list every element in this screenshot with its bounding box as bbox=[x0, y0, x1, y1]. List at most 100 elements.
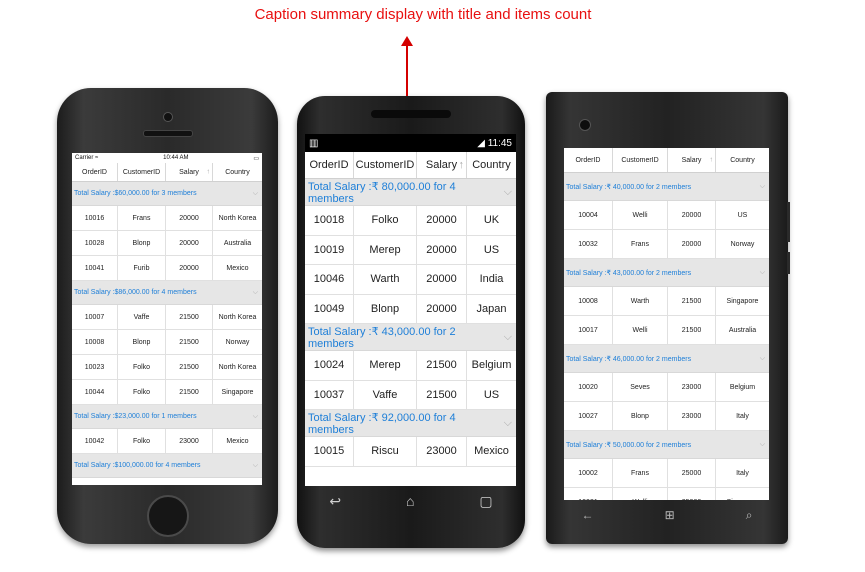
sort-up-arrow-icon[interactable]: ↑ bbox=[710, 157, 714, 164]
chevron-down-icon[interactable]: ⌵ bbox=[760, 269, 765, 277]
search-icon[interactable]: ⌕ bbox=[746, 508, 753, 523]
table-row[interactable]: 10004 Welli 20000 US bbox=[564, 201, 769, 230]
chevron-down-icon[interactable]: ⌵ bbox=[760, 355, 765, 363]
column-header-customerid[interactable]: CustomerID bbox=[613, 148, 668, 172]
chevron-down-icon[interactable]: ⌵ bbox=[253, 289, 258, 297]
column-header-customerid[interactable]: CustomerID bbox=[118, 163, 166, 181]
chevron-down-icon[interactable]: ⌵ bbox=[253, 413, 258, 421]
table-row[interactable]: 10037 Vaffe 21500 US bbox=[305, 380, 516, 410]
group-caption-summary[interactable]: Total Salary :$100,000.00 for 4 members ⌵ bbox=[72, 454, 262, 478]
table-row[interactable]: 10008 Blonp 21500 Norway bbox=[72, 330, 262, 355]
column-header-country[interactable]: Country bbox=[716, 148, 769, 172]
cell-country: Norway bbox=[730, 240, 755, 248]
notification-icon: ▥ bbox=[309, 137, 319, 149]
cell-salary: 23000 bbox=[417, 437, 467, 466]
home-icon[interactable]: ⌂ bbox=[406, 493, 414, 509]
cell-orderid: 10002 bbox=[564, 459, 613, 487]
group-caption-summary[interactable]: Total Salary :$23,000.00 for 1 members ⌵ bbox=[72, 405, 262, 429]
table-row[interactable]: 10019 Merep 20000 US bbox=[305, 235, 516, 265]
cell-salary: 21500 bbox=[668, 287, 716, 315]
sort-up-arrow-icon[interactable]: ↑ bbox=[459, 159, 465, 171]
chevron-down-icon[interactable]: ⌵ bbox=[504, 417, 512, 430]
table-row[interactable]: 10046 Warth 20000 India bbox=[305, 265, 516, 295]
grid-header: OrderID CustomerID Salary ↑ Country bbox=[564, 148, 769, 173]
table-row[interactable]: 10002 Frans 25000 Italy bbox=[564, 459, 769, 488]
table-row[interactable]: 10023 Folko 21500 North Korea bbox=[72, 355, 262, 380]
table-row[interactable]: 10044 Folko 21500 Singapore bbox=[72, 380, 262, 405]
cell-customerid: Blonp bbox=[118, 330, 166, 354]
caption-summary-text: Total Salary :$23,000.00 for 1 members bbox=[74, 413, 197, 420]
cell-orderid: 10042 bbox=[72, 429, 118, 453]
column-header-label: OrderID bbox=[309, 159, 349, 171]
chevron-down-icon[interactable]: ⌵ bbox=[760, 183, 765, 191]
table-row[interactable]: 10016 Frans 20000 North Korea bbox=[72, 206, 262, 231]
column-header-salary[interactable]: Salary ↑ bbox=[668, 148, 716, 172]
cell-country: India bbox=[479, 273, 504, 286]
signal-icon: ◢ bbox=[477, 137, 485, 149]
column-header-customerid[interactable]: CustomerID bbox=[354, 152, 417, 178]
data-grid: OrderID CustomerID Salary ↑ Country Total Sal… bbox=[305, 152, 516, 467]
chevron-down-icon[interactable]: ⌵ bbox=[253, 190, 258, 198]
cell-customerid: Blonp bbox=[354, 294, 417, 323]
column-header-orderid[interactable]: OrderID bbox=[72, 163, 118, 181]
cell-salary: 21500 bbox=[668, 316, 716, 344]
table-row[interactable]: 10015 Riscu 23000 Mexico bbox=[305, 437, 516, 467]
group-caption-summary[interactable]: Total Salary :₹ 40,000.00 for 2 members ⌵ bbox=[564, 173, 769, 201]
iphone-device: Carrier ≈ 10:44 AM ▭ OrderID CustomerID Sa… bbox=[57, 88, 278, 544]
cell-country: Australia bbox=[728, 326, 757, 334]
table-row[interactable]: 10041 Furib 20000 Mexico bbox=[72, 256, 262, 281]
recents-icon[interactable]: ▢ bbox=[479, 493, 492, 510]
group-caption-summary[interactable]: Total Salary :₹ 46,000.00 for 2 members ⌵ bbox=[564, 345, 769, 373]
home-button[interactable] bbox=[147, 495, 189, 537]
table-row[interactable]: 10017 Welli 21500 Australia bbox=[564, 316, 769, 345]
column-header-salary[interactable]: Salary ↑ bbox=[417, 152, 467, 178]
table-row[interactable]: 10008 Warth 21500 Singapore bbox=[564, 287, 769, 316]
table-row[interactable]: 10032 Frans 20000 Norway bbox=[564, 230, 769, 259]
table-row[interactable]: 10007 Vaffe 21500 North Korea bbox=[72, 305, 262, 330]
cell-orderid: 10020 bbox=[564, 373, 613, 401]
battery-icon: ▭ bbox=[253, 155, 259, 162]
group-caption-summary[interactable]: Total Salary :₹ 43,000.00 for 2 members ⌵ bbox=[305, 324, 516, 351]
column-header-country[interactable]: Country bbox=[213, 163, 262, 181]
caption-summary-text: Total Salary :₹ 80,000.00 for 4 members bbox=[308, 180, 456, 205]
column-header-orderid[interactable]: OrderID bbox=[564, 148, 613, 172]
table-row[interactable]: 10020 Seves 23000 Belgium bbox=[564, 373, 769, 402]
cell-customerid: Frans bbox=[613, 459, 668, 487]
table-row[interactable]: 10031Welli25000Singapore bbox=[564, 488, 769, 500]
group-caption-summary[interactable]: Total Salary :$86,000.00 for 4 members ⌵ bbox=[72, 281, 262, 305]
cell-country: Mexico bbox=[226, 264, 249, 272]
group-caption-summary[interactable]: Total Salary :₹ 50,000.00 for 2 members ⌵ bbox=[564, 431, 769, 459]
sort-up-arrow-icon[interactable]: ↑ bbox=[207, 169, 211, 176]
windows-start-icon[interactable]: ⊞ bbox=[665, 508, 675, 522]
group-caption-summary[interactable]: Total Salary :₹ 92,000.00 for 4 members ⌵ bbox=[305, 410, 516, 437]
table-row[interactable]: 10024 Merep 21500 Belgium bbox=[305, 351, 516, 381]
cell-country: Italy bbox=[736, 469, 749, 477]
group-caption-summary[interactable]: Total Salary :$60,000.00 for 3 members ⌵ bbox=[72, 182, 262, 206]
chevron-down-icon[interactable]: ⌵ bbox=[760, 441, 765, 449]
table-row[interactable]: 10049 Blonp 20000 Japan bbox=[305, 294, 516, 324]
cell-customerid: Frans bbox=[118, 206, 166, 230]
cell-orderid: 10032 bbox=[564, 230, 613, 258]
caption-summary-text: Total Salary :$60,000.00 for 3 members bbox=[74, 190, 197, 197]
back-icon[interactable]: ↩ bbox=[329, 493, 341, 510]
chevron-down-icon[interactable]: ⌵ bbox=[504, 186, 512, 199]
cell-orderid: 10008 bbox=[72, 330, 118, 354]
table-row[interactable]: 10042 Folko 23000 Mexico bbox=[72, 429, 262, 454]
group-caption-summary[interactable]: Total Salary :₹ 43,000.00 for 2 members ⌵ bbox=[564, 259, 769, 287]
column-header-orderid[interactable]: OrderID bbox=[305, 152, 354, 178]
chevron-down-icon[interactable]: ⌵ bbox=[253, 462, 258, 470]
column-header-salary[interactable]: Salary ↑ bbox=[166, 163, 213, 181]
back-icon[interactable]: ← bbox=[582, 508, 594, 522]
column-header-label: Salary bbox=[425, 159, 458, 171]
table-row[interactable]: 10018 Folko 20000 UK bbox=[305, 206, 516, 236]
table-row[interactable]: 10028 Blonp 20000 Australia bbox=[72, 231, 262, 256]
column-header-country[interactable]: Country bbox=[467, 152, 516, 178]
column-header-label: CustomerID bbox=[355, 159, 415, 171]
group-caption-summary[interactable]: Total Salary :₹ 80,000.00 for 4 members ⌵ bbox=[305, 179, 516, 206]
table-row[interactable]: 10027 Blonp 23000 Italy bbox=[564, 402, 769, 431]
chevron-down-icon[interactable]: ⌵ bbox=[504, 331, 512, 344]
cell-country: Italy bbox=[736, 412, 749, 420]
caption-summary-text: Total Salary :₹ 92,000.00 for 4 members bbox=[308, 411, 456, 436]
cell-customerid: Blonp bbox=[118, 231, 166, 255]
cell-customerid: Seves bbox=[613, 373, 668, 401]
